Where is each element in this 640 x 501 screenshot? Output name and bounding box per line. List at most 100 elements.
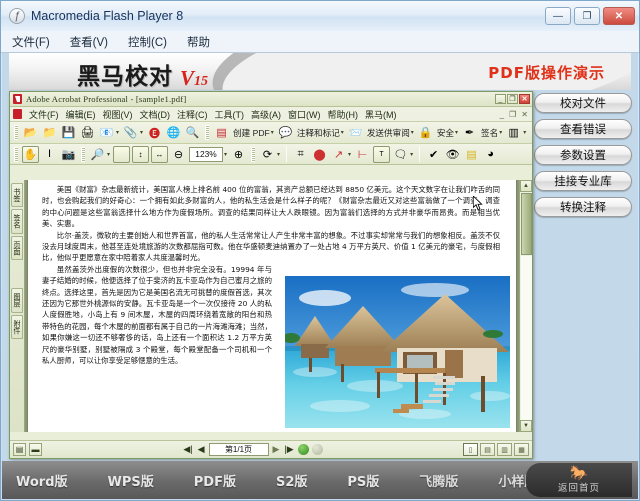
callout-note-icon[interactable]: 🗨	[392, 146, 409, 163]
acrobat-menu-tools[interactable]: 工具(T)	[215, 108, 245, 121]
acrobat-menu-advanced[interactable]: 高级(A)	[251, 108, 281, 121]
sign-chevron-down-icon[interactable]: ▾	[499, 129, 502, 136]
callout-chevron-down-icon[interactable]: ▾	[410, 151, 413, 158]
last-page-button[interactable]: |▶	[283, 444, 294, 455]
first-page-button[interactable]: ◀|	[182, 444, 193, 455]
sidebar-tab-bookmarks[interactable]: 书签	[11, 183, 23, 208]
email-chevron-down-icon[interactable]: ▾	[116, 129, 119, 136]
acrobat-menu-edit[interactable]: 编辑(E)	[66, 108, 96, 121]
security-lock-icon[interactable]: 🔒	[417, 124, 434, 141]
side-button-proofread-file[interactable]: 校对文件	[534, 93, 632, 113]
player-menu-control[interactable]: 控制(C)	[125, 32, 170, 52]
sign-pen-icon[interactable]: ✒	[461, 124, 478, 141]
bottom-tab-pdf[interactable]: PDF版	[194, 471, 236, 490]
continuous-facing-layout-icon[interactable]: ▦	[514, 443, 529, 456]
security-label[interactable]: 安全	[437, 127, 454, 139]
doc-restore-button[interactable]: ❐	[509, 110, 516, 119]
home-button[interactable]: 🐎 返回首页	[526, 463, 632, 497]
acrobat-menu-heima[interactable]: 黑马(M)	[365, 108, 397, 121]
create-pdf-icon[interactable]: ▤	[213, 124, 230, 141]
arrow-chevron-down-icon[interactable]: ▾	[348, 151, 351, 158]
snapshot-icon[interactable]: 📷	[60, 146, 77, 163]
single-page-layout-icon[interactable]: ▯	[463, 443, 478, 456]
rotate-view-icon[interactable]: ⟳	[259, 146, 276, 163]
forms-icon[interactable]: ▥	[505, 124, 522, 141]
navigation-pane-toggle-icon[interactable]: ▤	[13, 443, 26, 456]
page-vertical-scrollbar[interactable]: ▲ ▼	[519, 180, 532, 432]
acrobat-menu-document[interactable]: 文档(D)	[140, 108, 171, 121]
toolbar2-grip-3[interactable]	[251, 146, 256, 162]
search-icon[interactable]: 🔍	[184, 124, 201, 141]
player-menu-file[interactable]: 文件(F)	[9, 32, 53, 52]
eye-view-icon[interactable]: 👁	[444, 146, 461, 163]
acrobat-restore-button[interactable]: ❐	[507, 94, 518, 104]
web-capture-icon[interactable]: 🌐	[165, 124, 182, 141]
actual-size-icon[interactable]	[113, 145, 131, 163]
open-folder-icon[interactable]: 📂	[22, 124, 39, 141]
scrollbar-track[interactable]	[520, 256, 532, 420]
sticky-note-icon[interactable]: ▤	[463, 146, 480, 163]
bottom-tab-wps[interactable]: WPS版	[108, 471, 154, 490]
fit-page-icon[interactable]: ↕	[132, 145, 150, 163]
side-button-convert-comments[interactable]: 转换注释	[534, 197, 632, 217]
side-button-view-errors[interactable]: 查看错误	[534, 119, 632, 139]
attach-chevron-down-icon[interactable]: ▾	[140, 129, 143, 136]
facing-layout-icon[interactable]: ▥	[497, 443, 512, 456]
acrobat-close-button[interactable]: ✕	[519, 94, 530, 104]
bottom-tab-ps[interactable]: PS版	[347, 471, 379, 490]
crop-icon[interactable]: ⌗	[292, 146, 309, 163]
send-review-chevron-down-icon[interactable]: ▾	[411, 129, 414, 136]
acrobat-minimize-button[interactable]: _	[495, 94, 506, 104]
page-number-field[interactable]: 第1/1页	[208, 443, 269, 456]
text-box-icon[interactable]: T	[373, 145, 391, 163]
sign-label[interactable]: 签名	[481, 127, 498, 139]
sidebar-tab-signatures[interactable]: 签名	[11, 209, 23, 234]
acrobat-menu-view[interactable]: 视图(V)	[103, 108, 133, 121]
bottom-tab-word[interactable]: Word版	[16, 471, 68, 490]
maximize-button[interactable]: ❐	[574, 7, 600, 25]
doc-minimize-button[interactable]: _	[500, 110, 504, 119]
forms-chevron-down-icon[interactable]: ▾	[523, 129, 526, 136]
acrobat-menu-file[interactable]: 文件(F)	[29, 108, 59, 121]
zoom-tool-chevron-down-icon[interactable]: ▾	[107, 151, 110, 158]
sidebar-tab-layers[interactable]: 图层	[11, 288, 23, 313]
toolbar-grip[interactable]	[14, 125, 18, 140]
side-button-parameter-settings[interactable]: 参数设置	[534, 145, 632, 165]
stamp-icon[interactable]: 🅔	[146, 124, 163, 141]
send-review-label[interactable]: 发送供审阅	[367, 127, 410, 139]
bottom-tab-feiteng[interactable]: 飞腾版	[419, 471, 458, 490]
toolbar2-grip-2[interactable]	[81, 146, 85, 162]
zoom-in-icon[interactable]: ⊕	[230, 146, 247, 163]
acrobat-menu-help[interactable]: 帮助(H)	[328, 108, 359, 121]
acrobat-menu-window[interactable]: 窗口(W)	[288, 108, 321, 121]
oval-shape-icon[interactable]: ⬤	[311, 146, 328, 163]
save-icon[interactable]: 💾	[60, 124, 77, 141]
comment-markup-icon[interactable]: 💬	[277, 124, 294, 141]
previous-view-icon[interactable]	[297, 444, 309, 455]
comment-markup-label[interactable]: 注释和标记	[297, 127, 340, 139]
acrobat-menu-comments[interactable]: 注释(C)	[177, 108, 208, 121]
minimize-button[interactable]: —	[545, 7, 571, 25]
zoom-level-input[interactable]: 123%	[189, 146, 224, 162]
create-pdf-chevron-down-icon[interactable]: ▾	[271, 129, 274, 136]
create-pdf-label[interactable]: 创建 PDF	[233, 127, 270, 139]
bottom-tab-s2[interactable]: S2版	[276, 471, 307, 490]
close-button[interactable]: ✕	[603, 7, 635, 25]
select-text-icon[interactable]: I	[41, 146, 58, 163]
player-menu-help[interactable]: 帮助	[184, 32, 213, 52]
arrow-shape-icon[interactable]: ↗	[330, 146, 347, 163]
rotate-chevron-down-icon[interactable]: ▾	[277, 151, 280, 158]
toolbar2-grip[interactable]	[14, 146, 18, 162]
sidebar-tab-attachments[interactable]: 附件	[11, 314, 23, 340]
dimension-line-icon[interactable]: ⊢	[354, 146, 371, 163]
next-view-icon[interactable]	[311, 444, 323, 455]
highlight-icon[interactable]: ✔	[425, 146, 442, 163]
email-icon[interactable]: 📧	[98, 124, 115, 141]
open-file-icon[interactable]: 📁	[41, 124, 58, 141]
send-review-icon[interactable]: 📨	[347, 124, 364, 141]
security-chevron-down-icon[interactable]: ▾	[455, 129, 458, 136]
doc-close-button[interactable]: ✕	[521, 110, 528, 119]
attach-icon[interactable]: 📎	[122, 124, 139, 141]
player-menu-view[interactable]: 查看(V)	[67, 32, 111, 52]
hand-tool-icon[interactable]: ✋	[22, 145, 39, 163]
